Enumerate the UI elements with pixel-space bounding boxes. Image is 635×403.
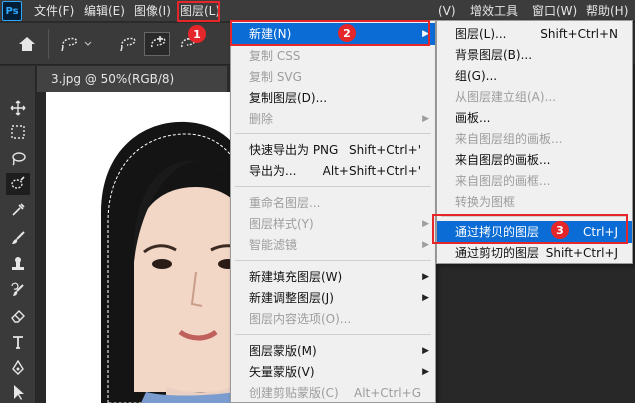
add-selection-icon[interactable] <box>144 32 170 56</box>
menu-item-new-adjustment-layer[interactable]: 新建调整图层(J) ▶ <box>231 287 435 309</box>
menu-separator <box>235 186 431 187</box>
menu-item-copy-svg[interactable]: 复制 SVG <box>231 66 435 88</box>
menu-separator <box>235 133 431 134</box>
menu-plugins[interactable]: 增效工具 <box>470 0 518 22</box>
annotation-box-new-item <box>230 20 430 46</box>
lasso-preset-icon[interactable] <box>58 34 96 54</box>
eraser-tool-icon[interactable] <box>8 306 28 326</box>
home-icon[interactable] <box>16 34 38 54</box>
new-selection-icon[interactable] <box>116 34 138 54</box>
menu-view[interactable]: (V) <box>438 0 456 22</box>
menu-window[interactable]: 窗口(W) <box>532 0 577 22</box>
submenu-item-convert-to-frame[interactable]: 转换为图框 <box>437 191 632 213</box>
annotation-box-layer-menu <box>177 1 220 22</box>
menu-edit[interactable]: 编辑(E) <box>84 0 125 22</box>
menu-item-layer-style[interactable]: 图层样式(Y) ▶ <box>231 213 435 235</box>
menu-item-layer-mask[interactable]: 图层蒙版(M) ▶ <box>231 340 435 362</box>
menu-bar: Ps 文件(F) 编辑(E) 图像(I) 图层(L) (V) 增效工具 窗口(W… <box>0 0 635 22</box>
menu-item-smart-filter[interactable]: 智能滤镜 ▶ <box>231 234 435 256</box>
brush-tool-icon[interactable] <box>8 228 28 248</box>
portrait-photo <box>46 92 256 403</box>
menu-item-copy-css[interactable]: 复制 CSS <box>231 45 435 67</box>
submenu-item-layer-via-cut[interactable]: 通过剪切的图层 Shift+Ctrl+J <box>437 242 632 264</box>
pen-tool-icon[interactable] <box>8 358 28 378</box>
eyedropper-tool-icon[interactable] <box>8 200 28 220</box>
stamp-tool-icon[interactable] <box>8 254 28 274</box>
menu-item-duplicate-layer[interactable]: 复制图层(D)... <box>231 87 435 109</box>
move-tool-icon[interactable] <box>8 98 28 118</box>
menu-image[interactable]: 图像(I) <box>134 0 171 22</box>
menu-item-vector-mask[interactable]: 矢量蒙版(V) ▶ <box>231 361 435 383</box>
photoshop-logo: Ps <box>2 1 22 21</box>
marquee-tool-icon[interactable] <box>8 122 28 142</box>
divider <box>48 29 49 59</box>
menu-separator <box>235 334 431 335</box>
layer-menu-dropdown: 新建(N) ▶ 复制 CSS 复制 SVG 复制图层(D)... 删除 ▶ 快速导出… <box>230 20 436 403</box>
menu-help[interactable]: 帮助(H) <box>586 0 628 22</box>
step-badge-1: 1 <box>188 25 206 43</box>
submenu-item-layer[interactable]: 图层(L)... Shift+Ctrl+N <box>437 23 632 45</box>
submenu-item-group-from-layers[interactable]: 从图层建立组(A)... <box>437 86 632 108</box>
menu-separator <box>235 260 431 261</box>
type-tool-icon[interactable] <box>8 332 28 352</box>
menu-item-quick-export[interactable]: 快速导出为 PNG Shift+Ctrl+' <box>231 139 435 161</box>
menu-item-export-as[interactable]: 导出为... Alt+Shift+Ctrl+' <box>231 160 435 182</box>
menu-item-create-clipping-mask[interactable]: 创建剪贴蒙版(C) Alt+Ctrl+G <box>231 382 435 403</box>
menu-item-new-fill-layer[interactable]: 新建填充图层(W) ▶ <box>231 266 435 288</box>
submenu-item-frame-from-layers[interactable]: 来自图层的画框... <box>437 170 632 192</box>
submenu-item-artboard[interactable]: 画板... <box>437 107 632 129</box>
step-badge-3: 3 <box>551 221 569 239</box>
menu-item-rename-layer[interactable]: 重命名图层... <box>231 192 435 214</box>
menu-item-layer-content-options[interactable]: 图层内容选项(O)... <box>231 308 435 330</box>
lasso-tool-icon[interactable] <box>8 148 28 168</box>
menu-item-delete[interactable]: 删除 ▶ <box>231 108 435 130</box>
annotation-box-layer-via-copy <box>432 214 628 244</box>
submenu-item-group[interactable]: 组(G)... <box>437 65 632 87</box>
step-badge-2: 2 <box>338 24 356 42</box>
quick-selection-tool-icon[interactable] <box>6 173 30 195</box>
submenu-item-background-layer[interactable]: 背景图层(B)... <box>437 44 632 66</box>
submenu-item-artboard-from-group[interactable]: 来自图层组的画板... <box>437 128 632 150</box>
submenu-item-artboard-from-layers[interactable]: 来自图层的画板... <box>437 149 632 171</box>
path-selection-tool-icon[interactable] <box>8 382 28 402</box>
history-brush-tool-icon[interactable] <box>8 280 28 300</box>
menu-file[interactable]: 文件(F) <box>34 0 74 22</box>
tools-panel <box>0 66 36 403</box>
document-tab[interactable]: 3.jpg @ 50%(RGB/8) <box>37 66 227 92</box>
